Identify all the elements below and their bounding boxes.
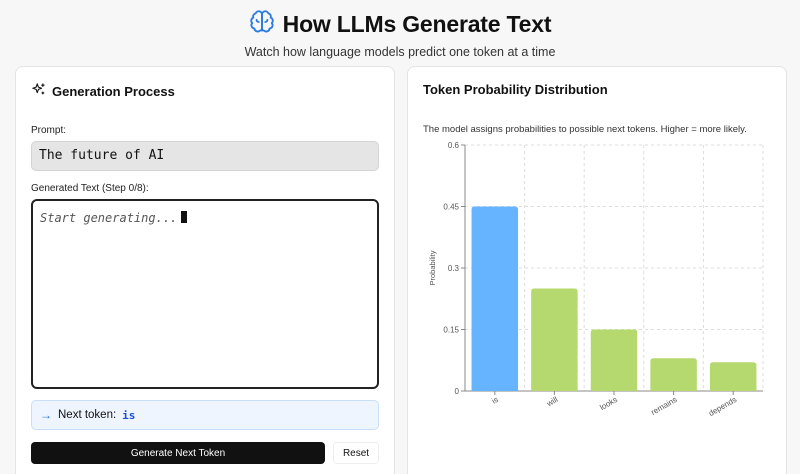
generation-panel: Generation Process Prompt: The future of… <box>15 66 395 474</box>
y-tick-label: 0 <box>455 387 460 396</box>
prompt-label: Prompt: <box>31 125 67 136</box>
x-tick-label: is <box>490 395 500 406</box>
y-tick-label: 0.15 <box>443 326 459 335</box>
x-tick-label: remains <box>649 395 678 417</box>
next-token-hint: → Next token: is <box>31 400 379 430</box>
bar-is <box>471 206 519 391</box>
x-tick-label: will <box>544 395 559 409</box>
prompt-field[interactable]: The future of AI <box>31 141 379 171</box>
sparkles-icon <box>31 82 46 100</box>
page-title: How LLMs Generate Text <box>282 10 552 37</box>
reset-button[interactable]: Reset <box>333 442 379 464</box>
bar-will <box>531 288 578 391</box>
y-tick-label: 0.45 <box>443 203 459 212</box>
generated-text-label: Generated Text (Step 0/8): <box>31 183 149 194</box>
probability-chart: 0 0.15 0.3 0.45 0.6 is will looks remains depends… <box>428 141 764 418</box>
text-cursor <box>181 211 188 223</box>
x-tick-label: depends <box>707 395 738 418</box>
bar-depends <box>709 362 757 391</box>
arrow-right-icon: → <box>40 408 52 422</box>
chart-description: The model assigns probabilities to possi… <box>423 124 747 135</box>
y-axis-label: Probability <box>428 250 437 285</box>
next-token-value: is <box>122 408 136 422</box>
y-tick-label: 0.3 <box>448 264 460 273</box>
bar-remains <box>650 358 697 391</box>
x-tick-label: looks <box>598 395 619 412</box>
generation-panel-title: Generation Process <box>31 82 175 100</box>
page-subtitle: Watch how language models predict one to… <box>244 45 556 59</box>
bar-looks <box>590 329 638 391</box>
generated-placeholder: Start generating... <box>40 211 178 225</box>
next-token-label: Next token: <box>58 409 117 421</box>
title-row: How LLMs Generate Text <box>0 8 800 40</box>
page-header: How LLMs Generate Text Watch how languag… <box>0 8 800 59</box>
probability-panel-title: Token Probability Distribution <box>423 82 608 97</box>
generated-text-area[interactable]: Start generating... <box>31 199 379 389</box>
probability-panel: Token Probability Distribution The model… <box>407 66 787 474</box>
generate-next-token-button[interactable]: Generate Next Token <box>31 442 325 464</box>
brain-icon <box>249 9 275 40</box>
y-tick-label: 0.6 <box>448 141 460 150</box>
generation-panel-heading: Generation Process <box>52 83 175 99</box>
